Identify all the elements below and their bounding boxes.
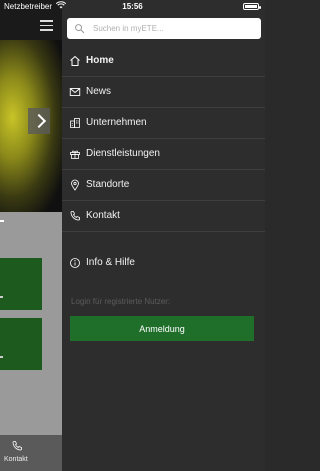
background-app: Kontakt	[0, 0, 62, 471]
menu-item-label: Kontakt	[86, 210, 120, 221]
menu-item-kontakt[interactable]: Kontakt	[62, 201, 265, 232]
search-icon	[75, 24, 85, 34]
info-icon	[70, 258, 80, 268]
clock: 15:56	[122, 2, 143, 11]
menu-item-home[interactable]: Home	[62, 46, 265, 77]
search-input[interactable]	[93, 18, 253, 39]
location-pin-icon	[71, 179, 79, 191]
gift-icon	[70, 150, 80, 159]
tile-card[interactable]	[0, 258, 42, 310]
search-bar	[62, 14, 265, 46]
navigation-drawer: Home News Unternehmen	[62, 0, 265, 471]
menu-item-label: Info & Hilfe	[86, 257, 135, 268]
login-hint: Login für registrierte Nutzer:	[71, 297, 171, 306]
bottom-tabbar: Kontakt	[0, 435, 62, 471]
search-box[interactable]	[67, 18, 261, 39]
status-bar: Netzbetreiber 15:56	[0, 0, 265, 14]
home-icon	[70, 56, 80, 66]
carousel-next-icon[interactable]	[28, 108, 50, 134]
login-button[interactable]: Anmeldung	[70, 316, 254, 341]
battery-icon	[243, 3, 261, 10]
tile-card[interactable]	[0, 318, 42, 370]
menu-item-label: Home	[86, 55, 114, 66]
tab-kontakt-label[interactable]: Kontakt	[4, 456, 28, 463]
phone-icon	[12, 441, 22, 451]
menu-item-label: News	[86, 86, 112, 97]
menu-item-news[interactable]: News	[62, 77, 265, 108]
hamburger-menu-icon[interactable]	[40, 20, 53, 31]
building-icon	[70, 118, 80, 128]
mail-icon	[69, 88, 81, 96]
menu-item-info-hilfe[interactable]: Info & Hilfe	[62, 248, 265, 279]
menu-item-label: Dienstleistungen	[86, 148, 160, 159]
phone-icon	[70, 211, 80, 221]
menu-item-unternehmen[interactable]: Unternehmen	[62, 108, 265, 139]
drawer-menu: Home News Unternehmen Dienstleistungen S…	[62, 46, 265, 232]
menu-item-standorte[interactable]: Standorte	[62, 170, 265, 201]
carousel-indicator	[0, 220, 4, 222]
menu-item-dienstleistungen[interactable]: Dienstleistungen	[62, 139, 265, 170]
menu-item-label: Standorte	[86, 179, 130, 190]
menu-item-label: Unternehmen	[86, 117, 147, 128]
